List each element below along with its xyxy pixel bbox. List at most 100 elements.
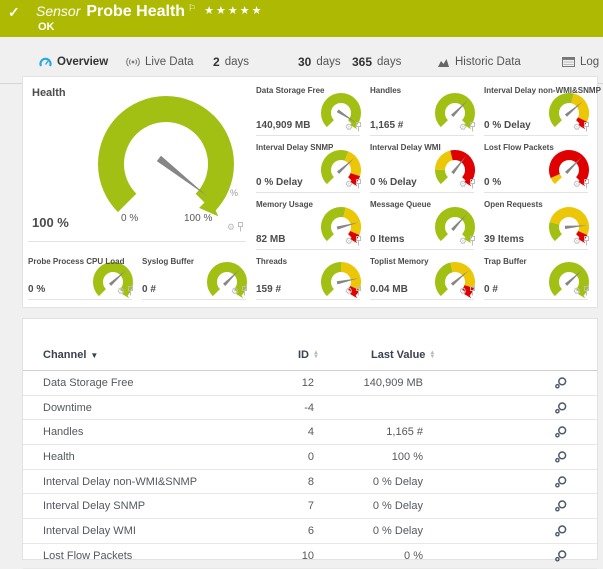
channel-settings-icon[interactable] bbox=[553, 425, 568, 439]
pin-icon[interactable] bbox=[469, 236, 476, 246]
health-gauge-tile: Health 0 % 100 % % 100 % ⚙ bbox=[26, 85, 254, 256]
gauge-value: 0 Items bbox=[370, 234, 404, 245]
table-row[interactable]: Downtime -4 bbox=[23, 396, 597, 421]
channel-settings-icon[interactable] bbox=[553, 499, 568, 513]
channel-settings-icon[interactable] bbox=[553, 524, 568, 538]
sort-icon: ▲▼ bbox=[313, 351, 319, 359]
column-header-id[interactable]: ID ▲▼ bbox=[298, 349, 319, 361]
gear-icon[interactable]: ⚙ bbox=[345, 287, 353, 296]
gauge-value: 39 Items bbox=[484, 234, 524, 245]
pin-icon[interactable] bbox=[583, 122, 590, 132]
pin-icon[interactable] bbox=[583, 286, 590, 296]
table-row[interactable]: Interval Delay non-WMI&SNMP 8 0 % Delay bbox=[23, 470, 597, 495]
gauge-title: Syslog Buffer bbox=[142, 257, 194, 266]
sort-desc-icon: ▼ bbox=[90, 351, 98, 360]
tab-days[interactable]: 365 days bbox=[352, 50, 401, 74]
gear-icon[interactable]: ⚙ bbox=[573, 237, 581, 246]
gear-icon[interactable]: ⚙ bbox=[231, 287, 239, 296]
pin-icon[interactable] bbox=[355, 286, 362, 296]
table-row[interactable]: Lost Flow Packets 10 0 % bbox=[23, 544, 597, 569]
gauge bbox=[90, 261, 136, 303]
priority-stars[interactable]: ★★★★★ bbox=[204, 5, 263, 17]
pin-icon[interactable] bbox=[583, 179, 590, 189]
gear-icon[interactable]: ⚙ bbox=[459, 180, 467, 189]
gear-icon[interactable]: ⚙ bbox=[573, 123, 581, 132]
channel-settings-icon[interactable] bbox=[553, 450, 568, 464]
gauge-title: Trap Buffer bbox=[484, 257, 527, 266]
gear-icon[interactable]: ⚙ bbox=[345, 237, 353, 246]
tab-days[interactable]: 30 days bbox=[298, 50, 341, 74]
tile-divider bbox=[142, 299, 246, 300]
gear-icon[interactable]: ⚙ bbox=[459, 287, 467, 296]
pin-icon[interactable] bbox=[583, 236, 590, 246]
tile-divider bbox=[370, 135, 474, 136]
table-row[interactable]: Interval Delay SNMP 7 0 % Delay bbox=[23, 494, 597, 519]
gear-icon[interactable]: ⚙ bbox=[573, 180, 581, 189]
tab-historic-data[interactable]: Historic Data bbox=[437, 50, 521, 74]
pin-icon[interactable] bbox=[469, 122, 476, 132]
channel-settings-icon[interactable] bbox=[553, 376, 568, 390]
tile-divider bbox=[256, 135, 360, 136]
pin-icon[interactable] bbox=[241, 286, 248, 296]
gauge-value: 0 # bbox=[142, 284, 156, 295]
gauge-tile-open-requests: Open Requests 39 Items ⚙ bbox=[482, 199, 596, 256]
column-header-last-value[interactable]: Last Value ▲▼ bbox=[371, 349, 435, 361]
pin-icon[interactable] bbox=[237, 222, 244, 232]
pin-icon[interactable] bbox=[469, 179, 476, 189]
object-kind-label: Sensor bbox=[36, 3, 80, 19]
gear-icon[interactable]: ⚙ bbox=[459, 237, 467, 246]
tab-days[interactable]: 2 days bbox=[213, 50, 249, 74]
gauge bbox=[318, 261, 364, 303]
gauge-title: Open Requests bbox=[484, 200, 543, 209]
gauge-value: 1,165 # bbox=[370, 120, 403, 131]
tab-overview[interactable]: Overview bbox=[39, 50, 108, 74]
table-row[interactable]: Health 0 100 % bbox=[23, 445, 597, 470]
gear-icon[interactable]: ⚙ bbox=[117, 287, 125, 296]
gauge-title: Data Storage Free bbox=[256, 86, 324, 95]
gauge-tile-interval-delay-non-wmi-snmp: Interval Delay non-WMI&SNMP 0 % Delay ⚙ bbox=[482, 85, 596, 142]
flag-icon[interactable]: ⚐ bbox=[188, 3, 196, 13]
tab-log[interactable]: Log bbox=[562, 50, 599, 74]
table-row[interactable]: Data Storage Free 12 140,909 MB bbox=[23, 371, 597, 396]
channel-settings-icon[interactable] bbox=[553, 549, 568, 563]
gauge-value: 0 # bbox=[484, 284, 498, 295]
gauge-icon bbox=[39, 56, 52, 68]
channel-name: Health bbox=[43, 451, 75, 463]
gauge-title: Interval Delay SNMP bbox=[256, 143, 333, 152]
channel-settings-icon[interactable] bbox=[553, 401, 568, 415]
channel-name: Handles bbox=[43, 426, 83, 438]
gauge-title: Threads bbox=[256, 257, 287, 266]
gear-icon[interactable]: ⚙ bbox=[227, 223, 235, 232]
tile-divider bbox=[484, 135, 588, 136]
gauge-max-label: 100 % bbox=[184, 213, 212, 224]
channel-settings-icon[interactable] bbox=[553, 475, 568, 489]
gear-icon[interactable]: ⚙ bbox=[345, 123, 353, 132]
table-row[interactable]: Interval Delay WMI 6 0 % Delay bbox=[23, 519, 597, 544]
channel-name: Downtime bbox=[43, 402, 92, 414]
pin-icon[interactable] bbox=[127, 286, 134, 296]
gear-icon[interactable]: ⚙ bbox=[459, 123, 467, 132]
column-header-channel[interactable]: Channel ▼ bbox=[43, 349, 98, 361]
pin-icon[interactable] bbox=[355, 122, 362, 132]
gauge-tile-data-storage-free: Data Storage Free 140,909 MB ⚙ bbox=[254, 85, 368, 142]
gauge-tile-trap-buffer: Trap Buffer 0 # ⚙ bbox=[482, 256, 596, 302]
gauge-tile-probe-process-cpu-load: Probe Process CPU Load 0 % ⚙ bbox=[26, 256, 140, 302]
gauge-tile-message-queue: Message Queue 0 Items ⚙ bbox=[368, 199, 482, 256]
pin-icon[interactable] bbox=[355, 179, 362, 189]
gear-icon[interactable]: ⚙ bbox=[345, 180, 353, 189]
pin-icon[interactable] bbox=[469, 286, 476, 296]
gauge-title: Memory Usage bbox=[256, 200, 313, 209]
channel-name: Lost Flow Packets bbox=[43, 550, 132, 562]
gauge-value: 0 % bbox=[28, 284, 45, 295]
table-row[interactable]: Handles 4 1,165 # bbox=[23, 420, 597, 445]
channel-table-card: Channel ▼ ID ▲▼ Last Value ▲▼ Data Stora… bbox=[22, 318, 598, 560]
sensor-banner: ✓ SensorProbe Health⚐★★★★★ OK bbox=[0, 0, 603, 37]
tab-live-data[interactable]: Live Data bbox=[126, 50, 194, 74]
gear-icon[interactable]: ⚙ bbox=[573, 287, 581, 296]
gauge-value: 0 % Delay bbox=[256, 177, 303, 188]
table-body: Data Storage Free 12 140,909 MB Downtime… bbox=[23, 371, 597, 569]
gauge-tile-interval-delay-wmi: Interval Delay WMI 0 % Delay ⚙ bbox=[368, 142, 482, 199]
tile-divider bbox=[256, 299, 360, 300]
pin-icon[interactable] bbox=[355, 236, 362, 246]
gauge-tile-lost-flow-packets: Lost Flow Packets 0 % ⚙ bbox=[482, 142, 596, 199]
